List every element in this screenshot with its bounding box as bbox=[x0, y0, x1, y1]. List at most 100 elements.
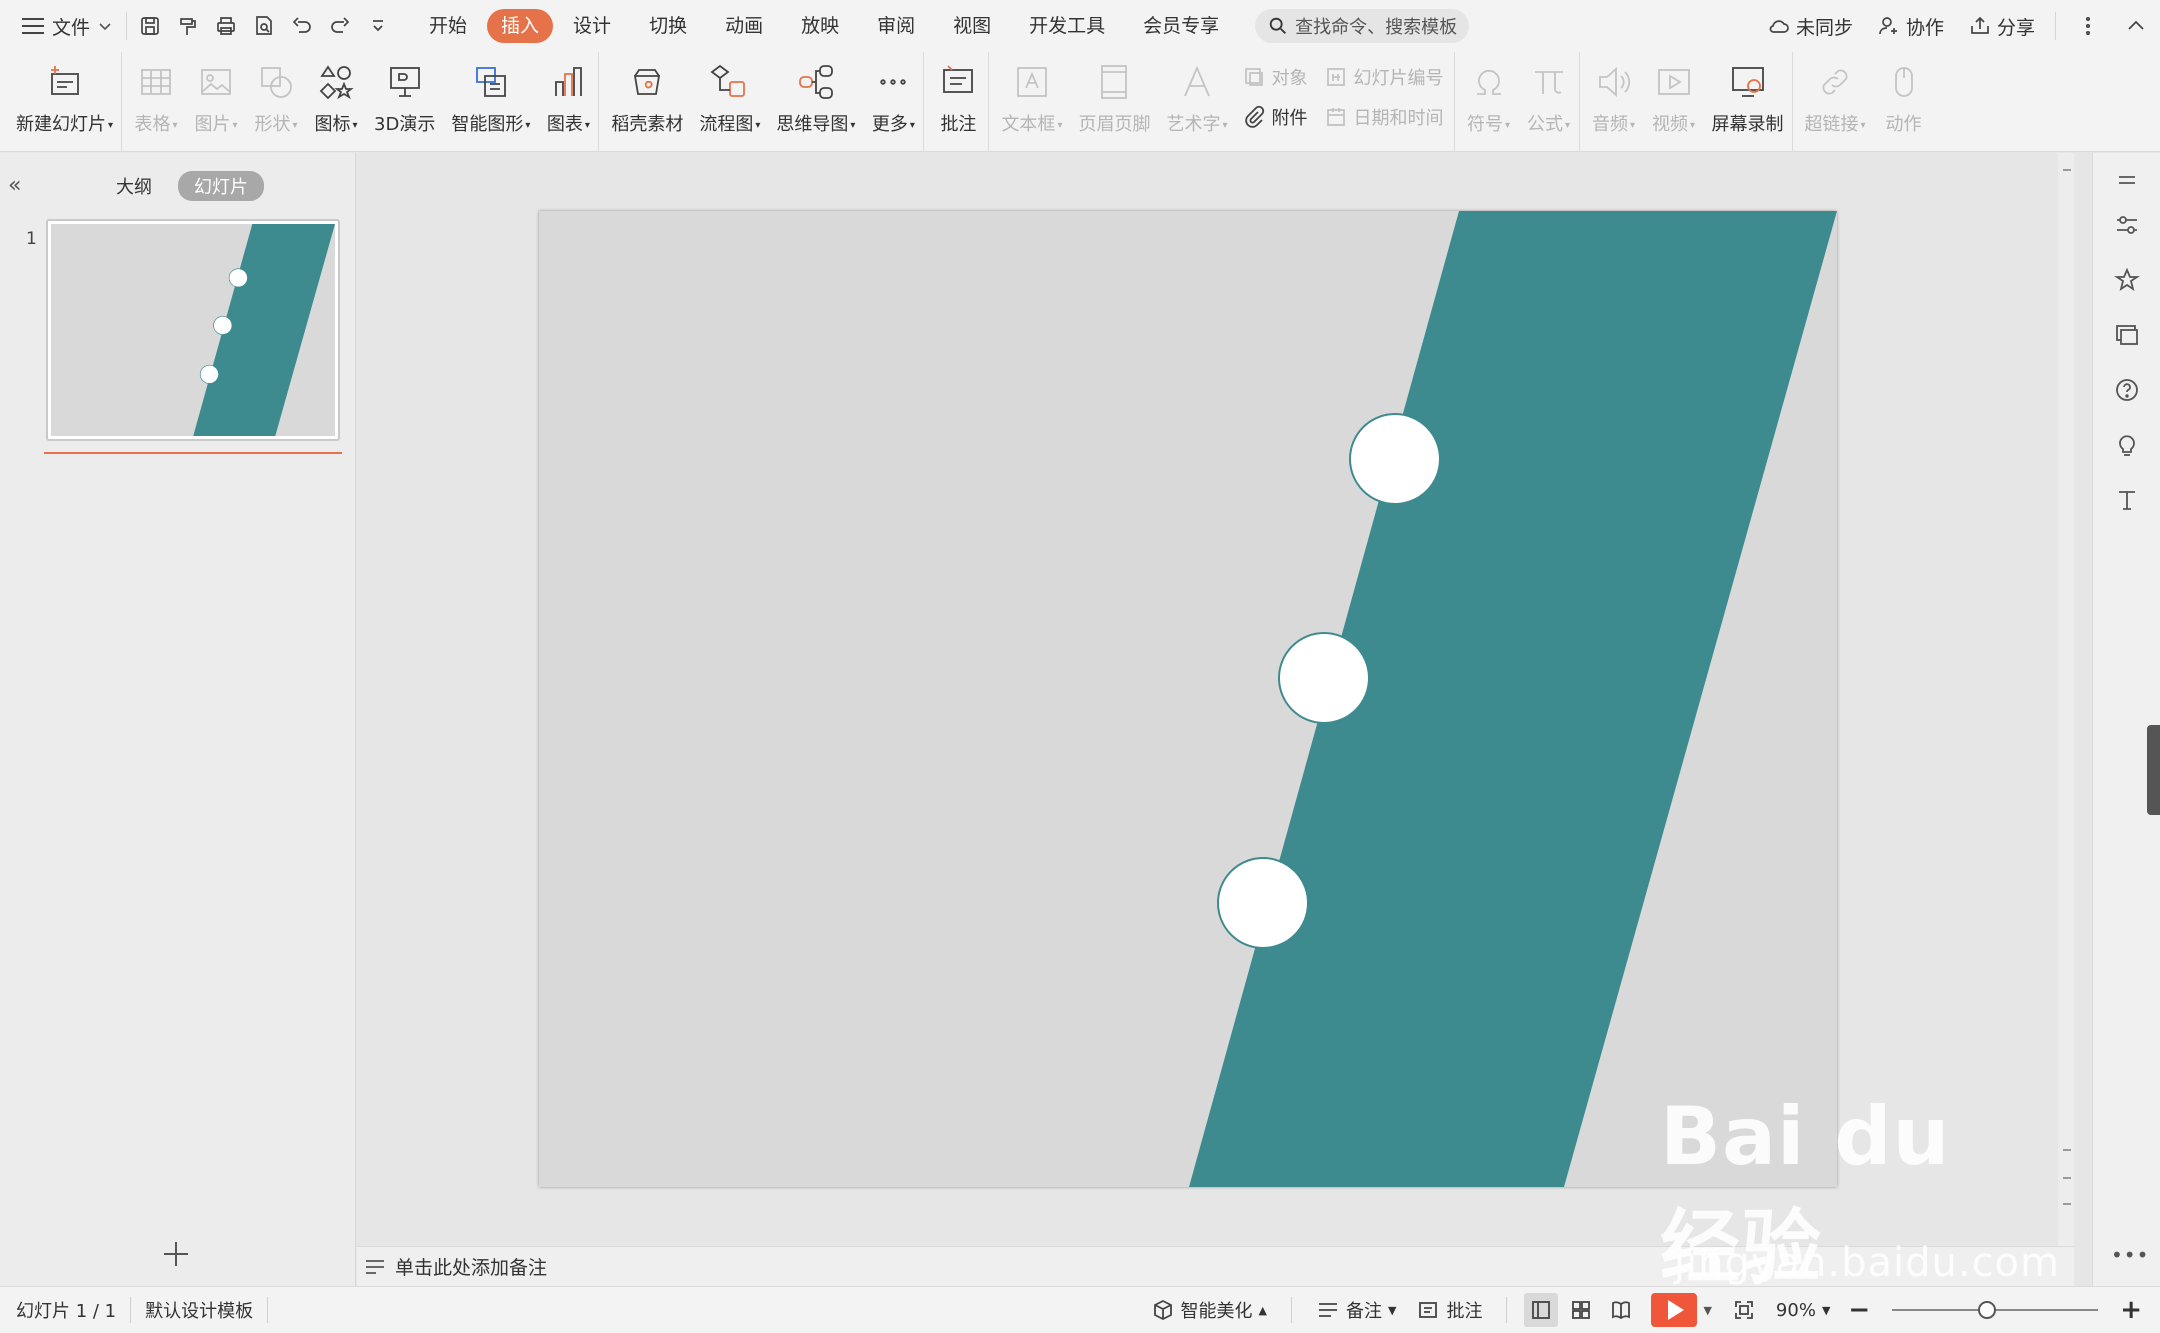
video-button[interactable]: 视频 ▾ bbox=[1644, 56, 1704, 146]
smart-graphic-button[interactable]: 智能图形 ▾ bbox=[443, 56, 538, 146]
zoom-slider[interactable] bbox=[1892, 1301, 2099, 1319]
slide-sorter-button[interactable] bbox=[1564, 1293, 1598, 1327]
tab-insert[interactable]: 插入 bbox=[487, 9, 554, 43]
tab-animations[interactable]: 动画 bbox=[707, 9, 781, 43]
notes-placeholder: 单击此处添加备注 bbox=[395, 1257, 548, 1279]
tab-slideshow[interactable]: 放映 bbox=[783, 9, 857, 43]
comment-button[interactable]: 批注 bbox=[928, 56, 988, 146]
tab-developer[interactable]: 开发工具 bbox=[1011, 9, 1123, 43]
sync-status-button[interactable]: 未同步 bbox=[1755, 13, 1865, 40]
collapse-ribbon-button[interactable] bbox=[2112, 14, 2160, 38]
icon-button[interactable]: 图标 ▾ bbox=[306, 56, 366, 146]
play-options-chevron-icon[interactable]: ▼ bbox=[1697, 1304, 1721, 1317]
tab-view[interactable]: 视图 bbox=[935, 9, 1009, 43]
3d-demo-button[interactable]: 3D演示 bbox=[366, 56, 443, 146]
new-slide-button[interactable]: 新建幻灯片 ▾ bbox=[8, 56, 121, 146]
tab-transitions[interactable]: 切换 bbox=[631, 9, 705, 43]
reading-view-button[interactable] bbox=[1604, 1293, 1638, 1327]
flowchart-label: 流程图 bbox=[699, 114, 754, 135]
slide-thumbnail-preview bbox=[51, 224, 335, 436]
action-button[interactable]: 动作 bbox=[1874, 56, 1934, 146]
textbox-button[interactable]: 文本框 ▾ bbox=[993, 56, 1070, 146]
screen-record-button[interactable]: 屏幕录制 bbox=[1704, 56, 1792, 146]
more-options-button[interactable] bbox=[2064, 14, 2112, 38]
print-button[interactable] bbox=[209, 9, 243, 43]
command-search[interactable]: 查找命令、搜索模板 bbox=[1255, 9, 1470, 43]
format-painter-button[interactable] bbox=[171, 9, 205, 43]
notes-lines-icon bbox=[1318, 1303, 1337, 1317]
slide-number-button[interactable]: 幻灯片编号 bbox=[1324, 62, 1444, 92]
tab-outline[interactable]: 大纲 bbox=[100, 171, 168, 201]
picture-button[interactable]: 图片 ▾ bbox=[186, 56, 246, 146]
help-button[interactable] bbox=[2113, 376, 2141, 404]
wordart-button[interactable]: 艺术字 ▾ bbox=[1158, 56, 1235, 146]
animation-pane-button[interactable] bbox=[2113, 266, 2141, 294]
symbol-button[interactable]: 符号 ▾ bbox=[1459, 56, 1519, 146]
date-time-button[interactable]: 日期和时间 bbox=[1324, 102, 1444, 132]
object-button[interactable]: 对象 bbox=[1242, 62, 1308, 92]
symbol-label: 符号 bbox=[1466, 114, 1503, 135]
tab-home[interactable]: 开始 bbox=[411, 9, 485, 43]
share-button[interactable]: 分享 bbox=[1956, 13, 2047, 40]
divider bbox=[267, 1297, 269, 1323]
hyperlink-button[interactable]: 超链接 ▾ bbox=[1797, 56, 1874, 146]
audio-button[interactable]: 音频 ▾ bbox=[1584, 56, 1644, 146]
circle-shape-1[interactable] bbox=[1349, 413, 1441, 505]
design-template-label[interactable]: 默认设计模板 bbox=[145, 1297, 253, 1323]
customize-toolbar-button[interactable] bbox=[361, 9, 395, 43]
more-button[interactable]: 更多 ▾ bbox=[863, 56, 923, 146]
zoom-level-dropdown[interactable]: 90% ▼ bbox=[1766, 1300, 1840, 1321]
slide-thumbnail[interactable] bbox=[46, 219, 340, 441]
mindmap-button[interactable]: 思维导图 ▾ bbox=[768, 56, 863, 146]
3d-demo-label: 3D演示 bbox=[374, 114, 436, 135]
zoom-in-button[interactable]: + bbox=[2112, 1295, 2160, 1325]
lightbulb-icon bbox=[2119, 435, 2135, 456]
circle-shape-3[interactable] bbox=[1217, 857, 1309, 949]
chart-button[interactable]: 图表 ▾ bbox=[538, 56, 598, 146]
normal-view-button[interactable] bbox=[1524, 1293, 1559, 1327]
print-preview-button[interactable] bbox=[247, 9, 281, 43]
comments-toggle-button[interactable]: 批注 bbox=[1406, 1297, 1492, 1323]
collaborate-button[interactable]: 协作 bbox=[1865, 13, 1956, 40]
notes-icon bbox=[366, 1259, 384, 1274]
collapse-panel-icon[interactable]: « bbox=[8, 173, 21, 198]
vertical-scrollbar[interactable] bbox=[2058, 153, 2074, 1246]
more-icon[interactable]: ••• bbox=[2111, 1243, 2149, 1267]
add-slide-button[interactable] bbox=[160, 1238, 192, 1270]
tab-design[interactable]: 设计 bbox=[555, 9, 629, 43]
save-button[interactable] bbox=[133, 9, 167, 43]
material-button[interactable]: 稻壳素材 bbox=[603, 56, 691, 146]
undo-button[interactable] bbox=[285, 9, 319, 43]
formula-button[interactable]: 公式 ▾ bbox=[1519, 56, 1579, 146]
shape-button[interactable]: 形状 ▾ bbox=[246, 56, 306, 146]
slideshow-play-button[interactable] bbox=[1651, 1293, 1698, 1327]
notes-pane[interactable]: 单击此处添加备注 bbox=[357, 1246, 2074, 1286]
zoom-level: 90% bbox=[1775, 1299, 1816, 1321]
properties-button[interactable] bbox=[2113, 211, 2141, 239]
calendar-icon bbox=[1326, 108, 1345, 126]
text-format-button[interactable] bbox=[2113, 486, 2141, 514]
circle-shape-2[interactable] bbox=[1278, 632, 1370, 724]
file-menu[interactable]: 文件 bbox=[0, 0, 126, 52]
slide-transition-button[interactable] bbox=[2113, 321, 2141, 349]
tab-member[interactable]: 会员专享 bbox=[1125, 9, 1237, 43]
chevron-down-icon: ▼ bbox=[1387, 1303, 1397, 1317]
tab-slides[interactable]: 幻灯片 bbox=[178, 171, 264, 201]
fit-window-button[interactable] bbox=[1722, 1298, 1766, 1322]
zoom-out-button[interactable]: − bbox=[1840, 1295, 1878, 1325]
redo-button[interactable] bbox=[323, 9, 357, 43]
slide-1[interactable] bbox=[539, 211, 1837, 1187]
thumb-circle-3 bbox=[199, 364, 219, 384]
table-button[interactable]: 表格 ▾ bbox=[126, 56, 186, 146]
attachment-button[interactable]: 附件 bbox=[1242, 102, 1308, 132]
header-footer-button[interactable]: 页眉页脚 bbox=[1070, 56, 1158, 146]
side-handle[interactable] bbox=[2147, 725, 2160, 815]
comments-toggle-label: 批注 bbox=[1446, 1301, 1483, 1322]
tips-button[interactable] bbox=[2113, 431, 2141, 459]
smart-beautify-button[interactable]: 智能美化 ▲ bbox=[1141, 1297, 1277, 1323]
flowchart-button[interactable]: 流程图 ▾ bbox=[691, 56, 768, 146]
notes-toggle-button[interactable]: 备注 ▼ bbox=[1306, 1297, 1406, 1323]
collapse-pane-icon[interactable] bbox=[2113, 167, 2141, 195]
zoom-slider-thumb[interactable] bbox=[1978, 1301, 1997, 1319]
tab-review[interactable]: 审阅 bbox=[859, 9, 933, 43]
